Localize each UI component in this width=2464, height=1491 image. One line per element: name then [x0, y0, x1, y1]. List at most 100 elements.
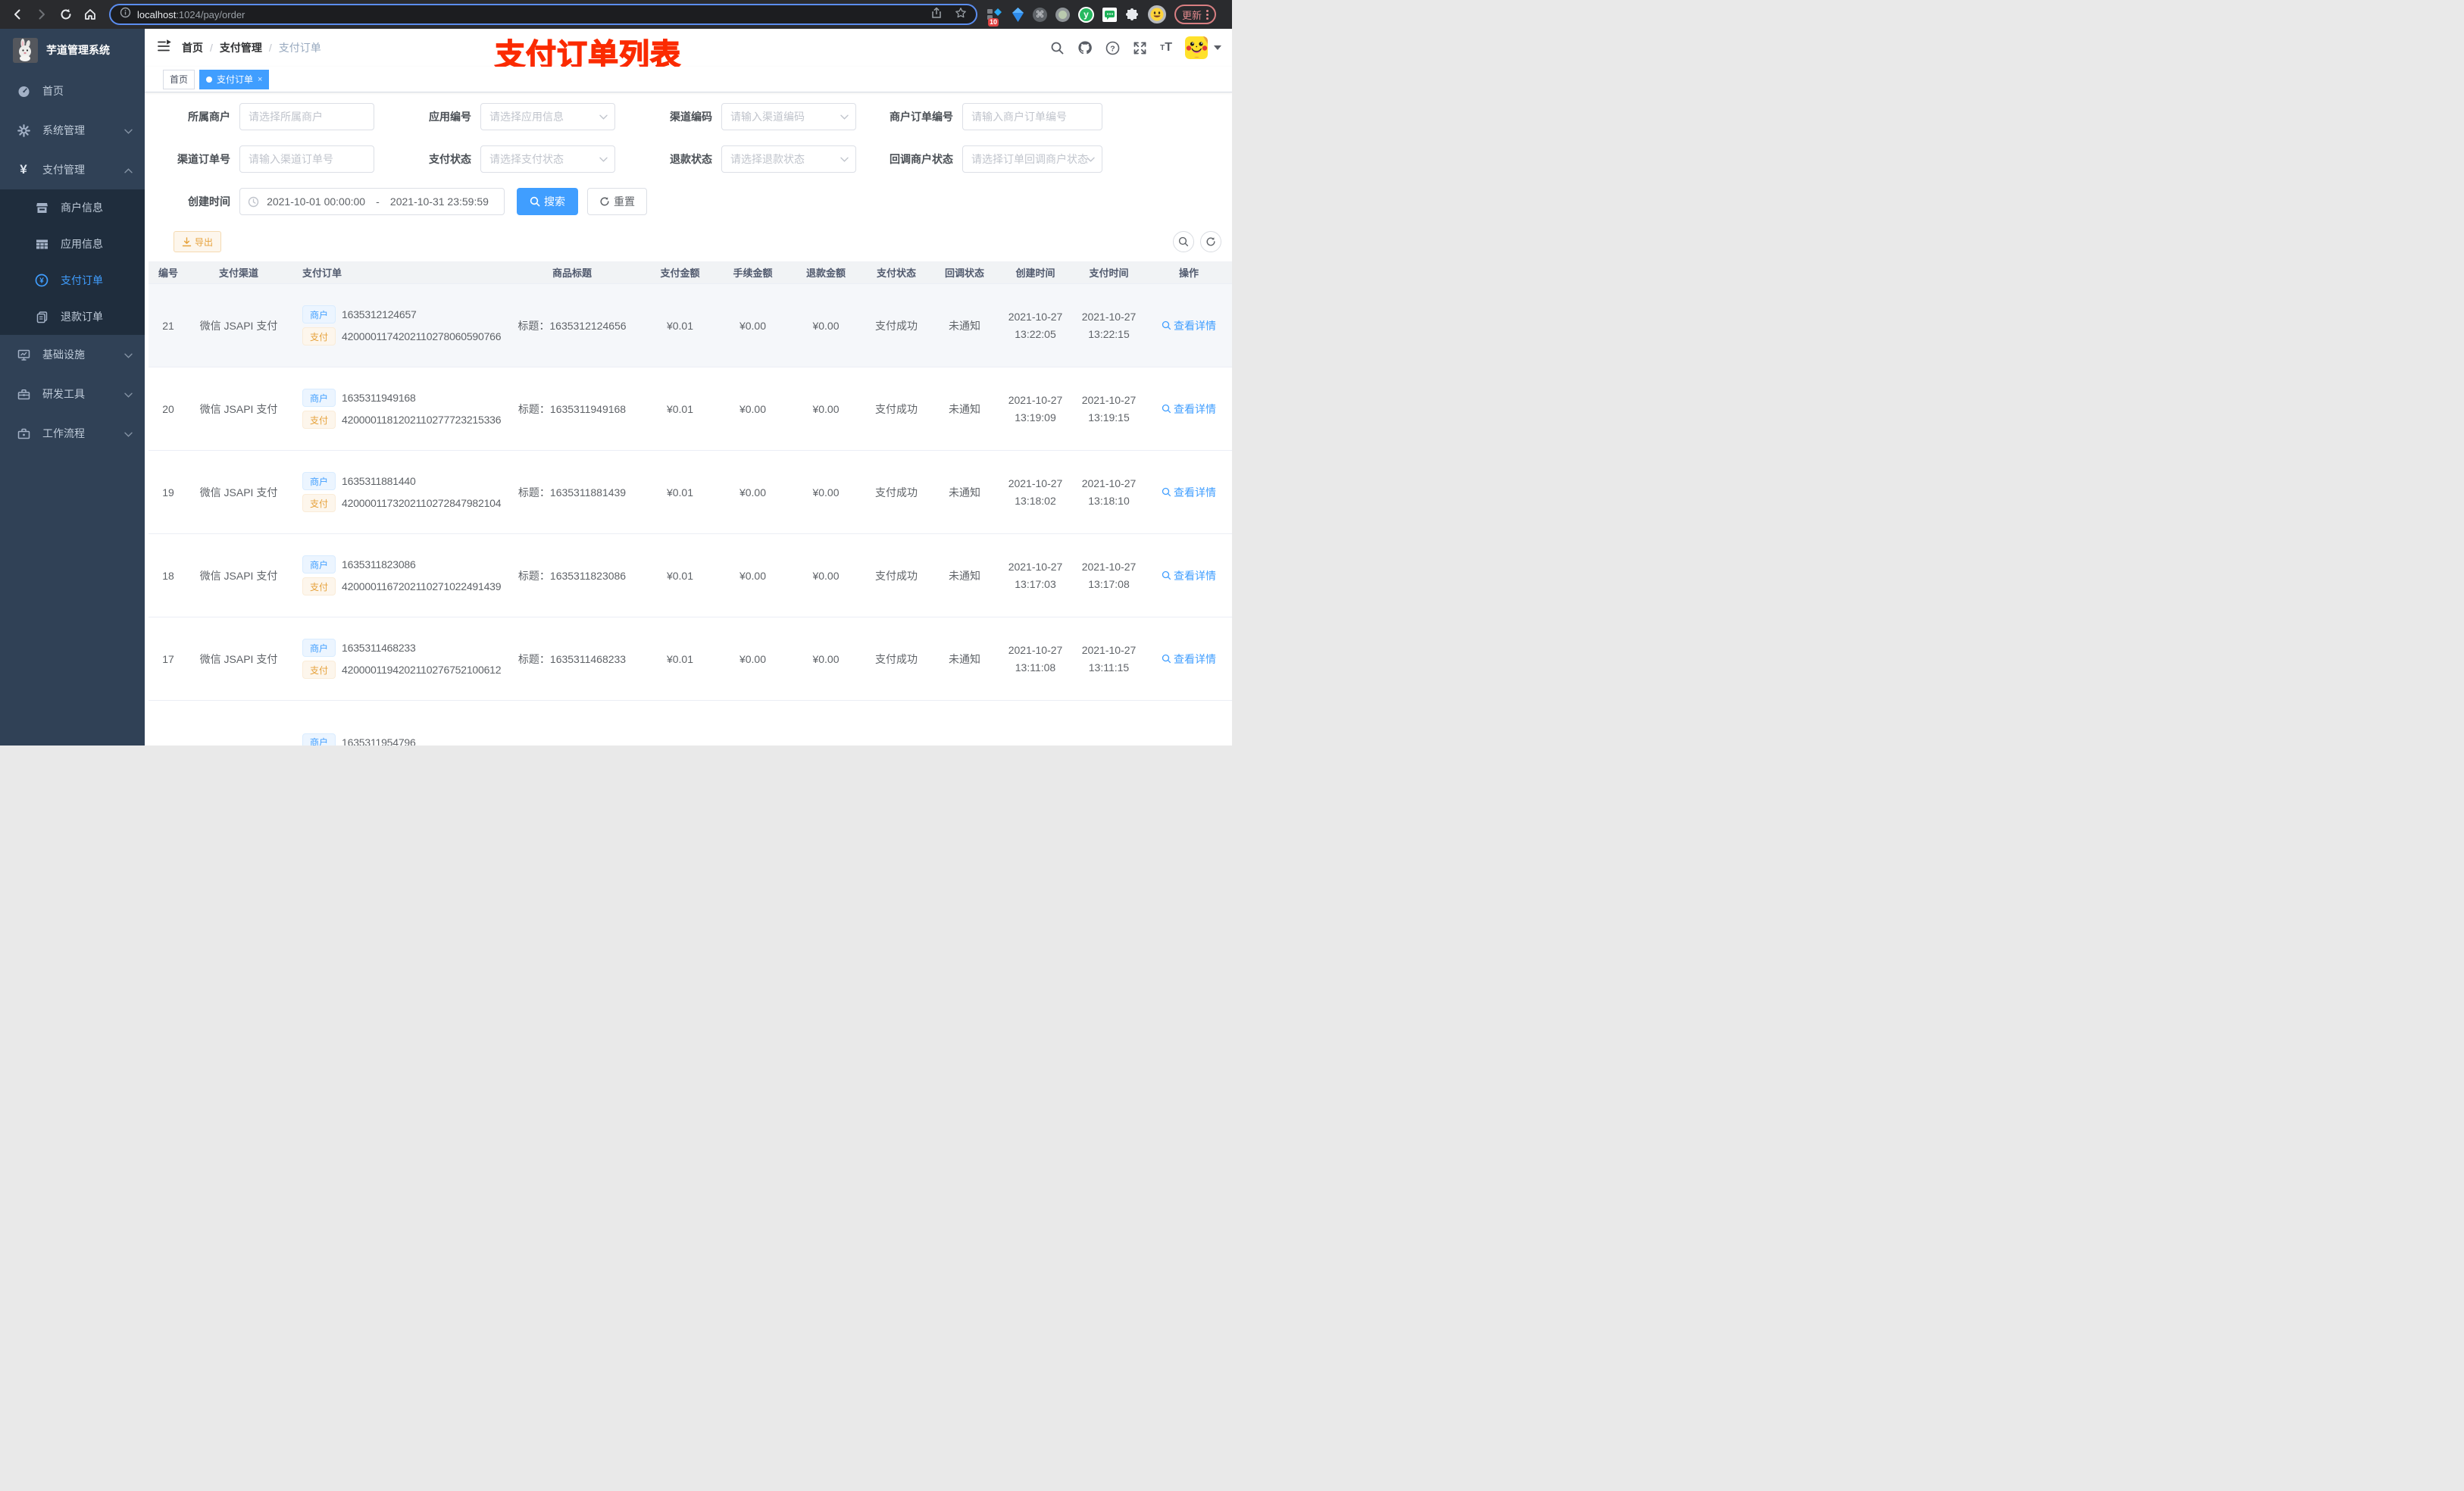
- channel-code-select[interactable]: 请输入渠道编码: [721, 103, 856, 130]
- extensions-puzzle-icon[interactable]: [1125, 8, 1140, 22]
- extension-diamond-icon[interactable]: 10: [987, 5, 1003, 27]
- browser-forward-icon[interactable]: [32, 5, 52, 24]
- search-button[interactable]: 搜索: [517, 188, 578, 215]
- extension-command-icon[interactable]: ⌘: [1033, 7, 1047, 22]
- tab-home[interactable]: 首页: [163, 69, 195, 89]
- merchant-tag: 商户: [302, 472, 336, 490]
- view-detail-link[interactable]: 查看详情: [1162, 568, 1216, 583]
- user-avatar[interactable]: [1185, 36, 1208, 59]
- table-toolbar: 导出: [174, 231, 1221, 252]
- content-area: 所属商户 请选择所属商户 应用编号 请选择应用信息 渠道编码 请输入渠道编码 商…: [145, 92, 1232, 746]
- chevron-down-icon: [1087, 152, 1095, 166]
- cell-paid-time: 2021-10-27 13:19:15: [1081, 393, 1137, 424]
- fullscreen-icon[interactable]: [1133, 41, 1147, 55]
- document-icon: [33, 311, 50, 324]
- end-date-value[interactable]: 2021-10-31 23:59:59: [383, 195, 496, 208]
- sidebar-item-pay-order[interactable]: ¥ 支付订单: [0, 262, 145, 299]
- channel-order-no-input[interactable]: 请输入渠道订单号: [239, 145, 374, 173]
- merchant-order-no-input[interactable]: 请输入商户订单编号: [962, 103, 1102, 130]
- col-channel: 支付渠道: [218, 267, 258, 279]
- col-amount: 支付金额: [660, 267, 700, 279]
- store-icon: [33, 202, 50, 214]
- chevron-down-icon: [124, 124, 133, 136]
- help-icon[interactable]: ?: [1105, 41, 1120, 55]
- site-info-icon[interactable]: [120, 7, 131, 22]
- browser-back-icon[interactable]: [8, 5, 27, 24]
- cell-created-time: 2021-10-27 13:17:03: [1008, 560, 1063, 590]
- cell-pay-status: 支付成功: [875, 486, 918, 499]
- filter-label: 商户订单编号: [890, 111, 953, 123]
- cell-created-time: 2021-10-27 13:11:08: [1008, 643, 1063, 674]
- cell-refund-amount: ¥0.00: [812, 569, 840, 582]
- view-detail-link[interactable]: 查看详情: [1162, 318, 1216, 333]
- extension-ring-icon[interactable]: [1055, 7, 1070, 22]
- browser-reload-icon[interactable]: [56, 5, 76, 24]
- refresh-button[interactable]: [1200, 231, 1221, 252]
- search-icon[interactable]: [1050, 41, 1065, 55]
- sidebar-item-home[interactable]: 首页: [0, 71, 145, 111]
- tab-pay-order[interactable]: 支付订单 ×: [199, 69, 270, 89]
- grid-icon: [33, 238, 50, 251]
- view-detail-label: 查看详情: [1174, 402, 1216, 415]
- cell-order-id: 20: [162, 402, 174, 415]
- chevron-down-icon: [840, 152, 849, 166]
- view-detail-link[interactable]: 查看详情: [1162, 652, 1216, 667]
- app-logo[interactable]: 芋道管理系统: [0, 29, 145, 71]
- reset-button[interactable]: 重置: [587, 188, 647, 215]
- caret-down-icon[interactable]: [1214, 45, 1221, 50]
- bookmark-star-icon[interactable]: [955, 7, 967, 23]
- font-size-icon[interactable]: TT: [1160, 41, 1172, 55]
- cell-order-id: 19: [162, 486, 174, 499]
- sidebar-toggle-icon[interactable]: [156, 39, 171, 58]
- view-detail-label: 查看详情: [1174, 652, 1216, 665]
- sidebar-item-workflow[interactable]: 工作流程: [0, 414, 145, 453]
- breadcrumb-pay[interactable]: 支付管理: [220, 40, 262, 55]
- callback-status-select[interactable]: 请选择订单回调商户状态: [962, 145, 1102, 173]
- tab-label: 支付订单: [217, 74, 254, 85]
- sidebar-item-devtools[interactable]: 研发工具: [0, 374, 145, 414]
- sidebar-item-refund-order[interactable]: 退款订单: [0, 299, 145, 335]
- close-icon[interactable]: ×: [258, 75, 262, 84]
- create-time-range-picker[interactable]: 2021-10-01 00:00:00 - 2021-10-31 23:59:5…: [239, 188, 505, 215]
- sidebar-item-infra[interactable]: 基础设施: [0, 335, 145, 374]
- top-navbar: 首页 / 支付管理 / 支付订单 支付订单列表 ? T T: [145, 29, 1232, 73]
- browser-toolbar: localhost:1024/pay/order 10 ⌘ y 更新: [0, 0, 1232, 29]
- browser-home-icon[interactable]: [80, 5, 100, 24]
- merchant-tag: 商户: [302, 555, 336, 574]
- browser-update-button[interactable]: 更新: [1174, 5, 1217, 24]
- app-select[interactable]: 请选择应用信息: [480, 103, 615, 130]
- col-callback: 回调状态: [944, 267, 984, 279]
- address-bar[interactable]: localhost:1024/pay/order: [109, 4, 977, 25]
- share-icon[interactable]: [930, 7, 943, 23]
- channel-pay-no: 4200001181202110277723215336: [342, 414, 502, 426]
- sidebar-item-app-info[interactable]: 应用信息: [0, 226, 145, 262]
- pay-tag: 支付: [302, 661, 336, 679]
- toggle-search-button[interactable]: [1173, 231, 1194, 252]
- browser-menu-icon[interactable]: [1206, 9, 1209, 20]
- sidebar-item-system[interactable]: 系统管理: [0, 111, 145, 150]
- tags-view-bar: 首页 支付订单 ×: [145, 67, 1232, 92]
- profile-avatar-icon[interactable]: [1148, 5, 1166, 23]
- extension-chat-icon[interactable]: [1102, 7, 1117, 22]
- table-row: 商户 1635311954796 支付: [149, 701, 1232, 746]
- extension-kite-icon[interactable]: [1012, 7, 1024, 23]
- cell-callback-status: 未通知: [949, 652, 980, 665]
- table-row: 21 微信 JSAPI 支付 商户 1635312124657 支付 42000…: [149, 284, 1232, 367]
- cell-refund-amount: ¥0.00: [812, 319, 840, 332]
- merchant-select[interactable]: 请选择所属商户: [239, 103, 374, 130]
- sidebar-item-pay[interactable]: ¥ 支付管理: [0, 150, 145, 189]
- refund-status-select[interactable]: 请选择退款状态: [721, 145, 856, 173]
- view-detail-link[interactable]: 查看详情: [1162, 402, 1216, 417]
- breadcrumb-home[interactable]: 首页: [182, 40, 203, 55]
- view-detail-link[interactable]: 查看详情: [1162, 485, 1216, 500]
- github-icon[interactable]: [1077, 40, 1093, 55]
- extension-y-icon[interactable]: y: [1078, 6, 1094, 23]
- sidebar-item-merchant-info[interactable]: 商户信息: [0, 189, 145, 226]
- pay-status-select[interactable]: 请选择支付状态: [480, 145, 615, 173]
- cell-refund-amount: ¥0.00: [812, 486, 840, 499]
- start-date-value[interactable]: 2021-10-01 00:00:00: [259, 195, 373, 208]
- chevron-down-icon: [124, 427, 133, 439]
- extensions-area: 10 ⌘ y 更新: [987, 5, 1217, 27]
- filter-row-1: 所属商户 请选择所属商户 应用编号 请选择应用信息 渠道编码 请输入渠道编码 商…: [149, 103, 1232, 130]
- export-button[interactable]: 导出: [174, 231, 222, 252]
